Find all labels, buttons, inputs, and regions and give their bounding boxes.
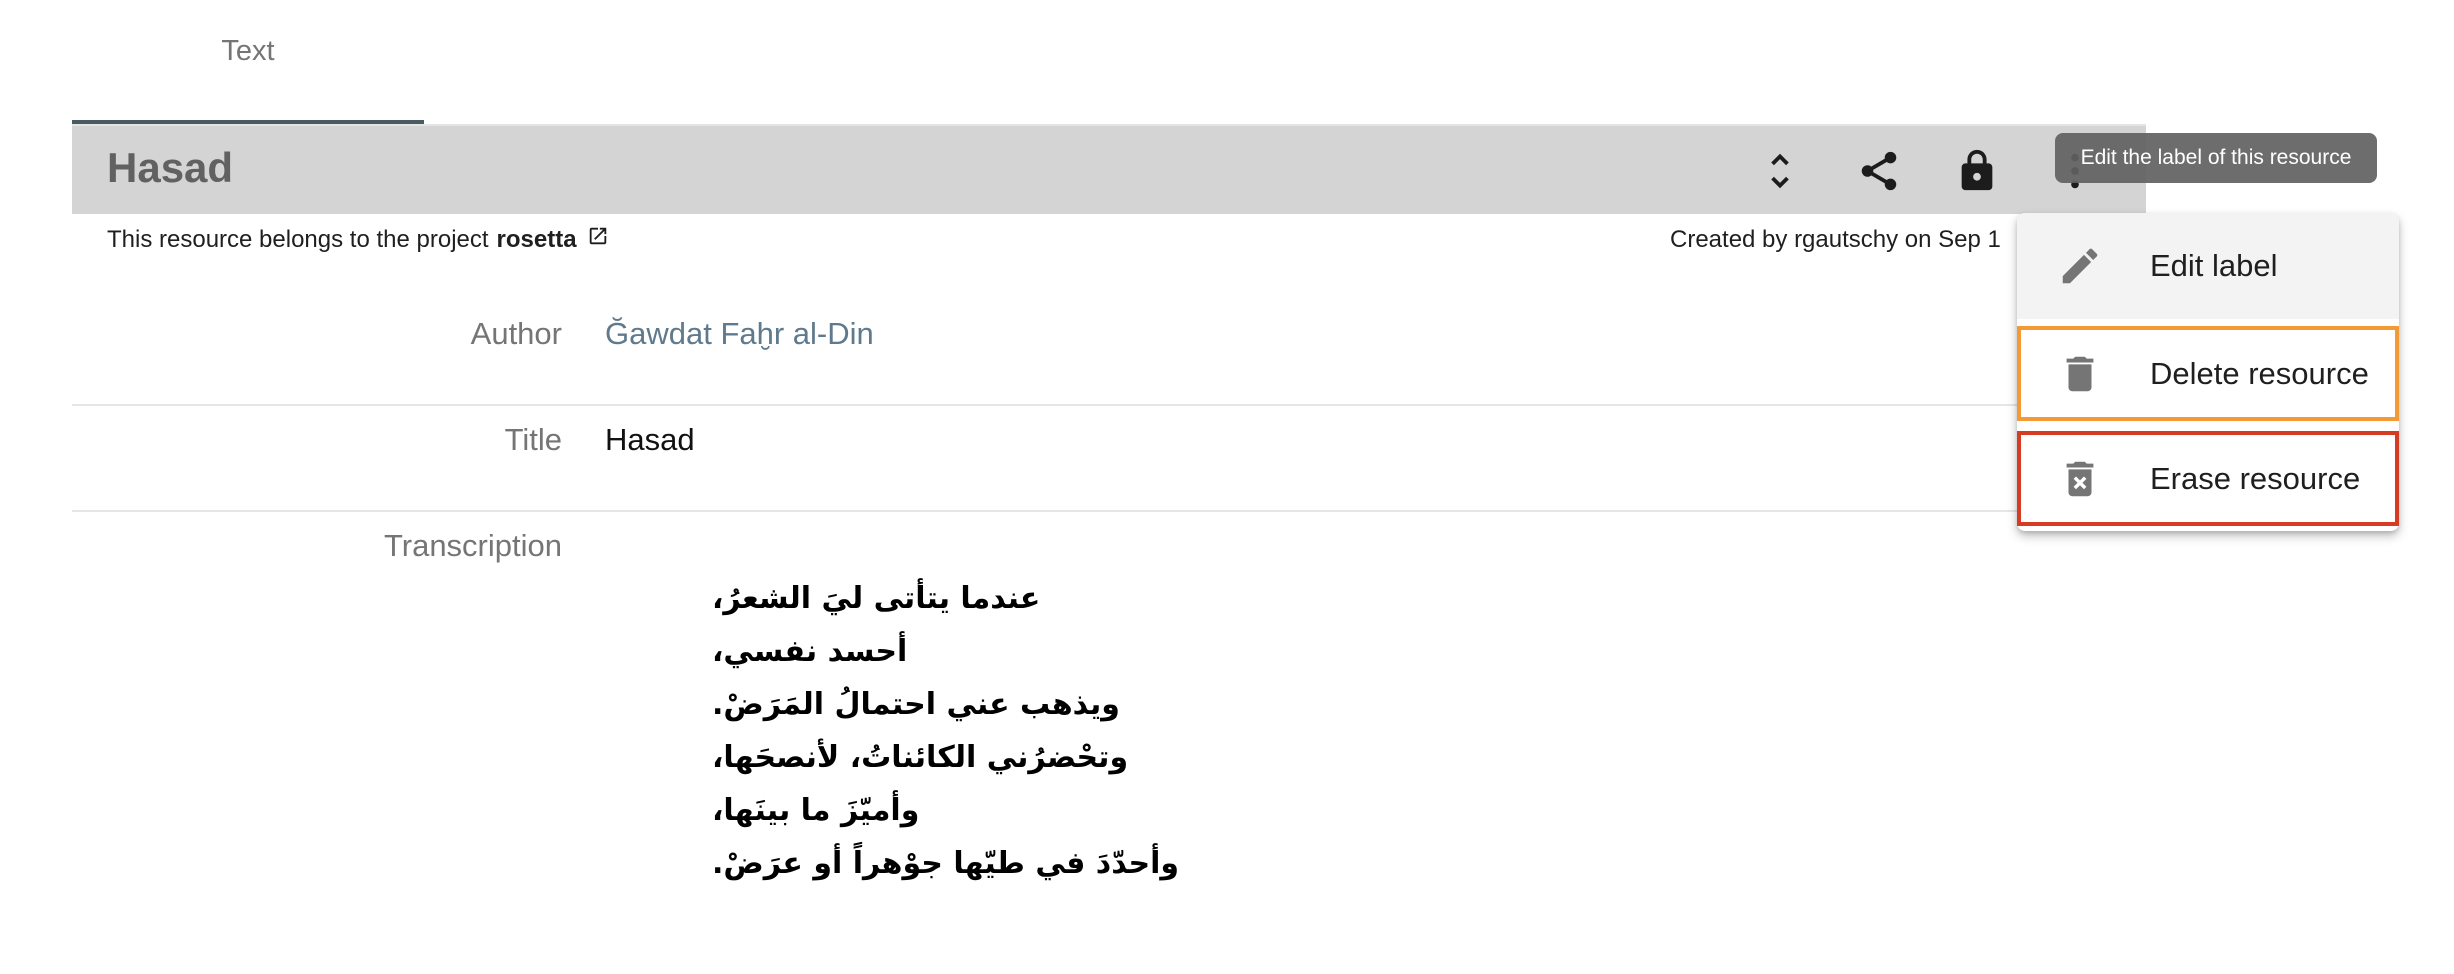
property-label: Transcription <box>383 528 562 563</box>
title-value: Hasad <box>605 422 695 457</box>
menu-item-erase-resource[interactable]: Erase resource <box>2017 431 2399 526</box>
permissions-button[interactable] <box>1952 146 2002 196</box>
lock-icon <box>1961 149 1993 191</box>
project-name: rosetta <box>496 226 577 253</box>
property-row-author: Author Ğawdat Faḫr al-Din <box>72 316 2146 406</box>
resource-header: Hasad <box>72 124 2146 214</box>
transcription-line: وتحْضرُني الكائناتُ، لأنصحَها، <box>712 740 1129 775</box>
project-info: This resource belongs to the project ros… <box>107 226 609 254</box>
resource-view: Text Hasad This resource belongs to the … <box>0 0 2454 974</box>
property-label: Author <box>470 316 562 351</box>
resource-actions-menu: Edit label Delete resource Erase resourc… <box>2017 213 2399 531</box>
share-button[interactable] <box>1854 146 1904 196</box>
trash-icon <box>2057 351 2103 397</box>
author-link[interactable]: Ğawdat Faḫr al-Din <box>605 316 874 352</box>
pencil-icon <box>2057 243 2103 289</box>
trash-x-icon <box>2057 456 2103 502</box>
tab-text[interactable]: Text <box>72 0 424 124</box>
transcription-text: عندما يتأتى ليَ الشعرُ، أحسد نفسي، ويذهب… <box>712 572 1179 890</box>
share-icon <box>1861 151 1897 191</box>
property-label: Title <box>504 422 562 457</box>
menu-item-label: Edit label <box>2150 248 2278 283</box>
property-row-title: Title Hasad <box>72 422 2146 512</box>
menu-item-edit-label[interactable]: Edit label <box>2017 213 2399 319</box>
transcription-line: أحسد نفسي، <box>712 634 908 669</box>
expand-collapse-button[interactable] <box>1755 146 1805 196</box>
menu-item-label: Erase resource <box>2150 460 2361 496</box>
menu-item-delete-resource[interactable]: Delete resource <box>2017 326 2399 421</box>
resource-title: Hasad <box>107 144 234 191</box>
menu-item-label: Delete resource <box>2150 355 2369 391</box>
open-in-new-icon[interactable] <box>587 225 609 247</box>
created-info: Created by rgautschy on Sep 1 <box>1670 226 2001 253</box>
transcription-line: وأميّزَ ما بينَها، <box>712 793 920 828</box>
transcription-line: وأحدّدَ في طيّها جوْهراً أو عرَضْ. <box>712 846 1180 881</box>
project-prefix: This resource belongs to the project <box>107 226 489 253</box>
transcription-line: عندما يتأتى ليَ الشعرُ، <box>712 581 1041 616</box>
expand-collapse-icon <box>1771 153 1789 189</box>
tab-bar: Text <box>72 0 424 124</box>
tooltip: Edit the label of this resource <box>2055 133 2377 183</box>
transcription-line: ويذهب عني احتمالُ المَرَضْ. <box>712 687 1120 722</box>
